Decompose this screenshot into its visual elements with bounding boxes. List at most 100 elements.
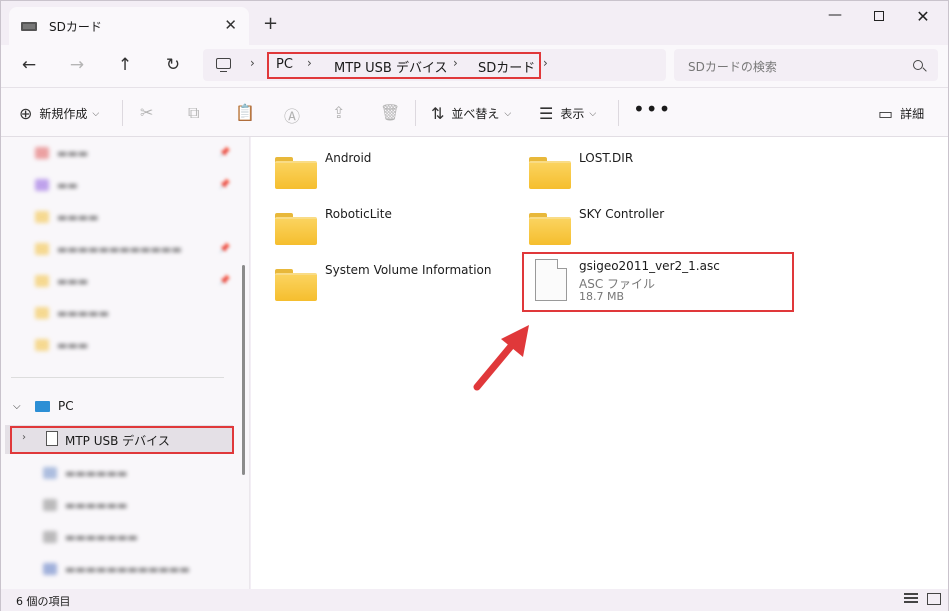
folder-name: RoboticLite xyxy=(325,207,392,221)
view-icon: ☰ xyxy=(539,104,554,123)
address-bar[interactable]: › PC › MTP USB デバイス › SDカード › xyxy=(203,49,666,81)
tiles-view-button[interactable] xyxy=(927,593,941,605)
details-label: 詳細 xyxy=(900,107,925,121)
sidebar-item-drive[interactable]: ▬▬▬▬▬▬▬ xyxy=(43,527,138,547)
sidebar-item-folder[interactable]: ▬▬▬ xyxy=(35,271,88,291)
breadcrumb-highlight xyxy=(267,52,541,79)
sidebar-item-drive[interactable]: ▬▬▬▬▬▬▬▬▬▬▬▬ xyxy=(43,559,190,579)
tab-bar: SDカード ✕ + — ✕ xyxy=(1,1,948,45)
blurred-label: ▬▬▬▬▬▬▬ xyxy=(65,530,138,544)
details-view-button[interactable] xyxy=(904,593,918,605)
folder-icon xyxy=(35,339,49,351)
tab-close-icon[interactable]: ✕ xyxy=(224,16,237,34)
plus-circle-icon: ⊕ xyxy=(19,104,33,123)
drive-icon xyxy=(43,467,57,479)
delete-icon[interactable]: 🗑 xyxy=(380,103,400,122)
mtp-highlight xyxy=(10,426,234,454)
breadcrumb-separator: › xyxy=(543,56,548,70)
maximize-button[interactable] xyxy=(859,7,899,29)
new-button[interactable]: ⊕ 新規作成 ⌵ xyxy=(19,104,99,123)
sidebar-scrollbar[interactable] xyxy=(242,265,245,475)
blurred-label: ▬▬▬▬ xyxy=(57,210,99,224)
pin-icon: 📌 xyxy=(219,180,231,190)
blurred-label: ▬▬▬▬▬▬ xyxy=(65,498,128,512)
music-icon xyxy=(35,147,49,159)
pin-icon: 📌 xyxy=(219,148,231,158)
cut-icon[interactable]: ✂ xyxy=(140,103,153,122)
folder-item[interactable]: LOST.DIR xyxy=(529,151,769,195)
sort-button[interactable]: ⇅ 並べ替え ⌵ xyxy=(431,104,511,123)
share-icon[interactable]: ⇪ xyxy=(332,103,345,122)
chevron-down-icon: ⌵ xyxy=(504,108,512,119)
folder-item[interactable]: System Volume Information xyxy=(275,263,515,307)
search-input[interactable]: SDカードの検索 xyxy=(688,58,777,75)
minimize-button[interactable]: — xyxy=(815,7,855,29)
maximize-icon xyxy=(874,11,884,21)
address-row: ← → ↑ ↻ › PC › MTP USB デバイス › SDカード › SD… xyxy=(1,45,948,87)
folder-icon xyxy=(35,211,49,223)
sidebar-item-folder[interactable]: ▬▬▬▬▬ xyxy=(35,303,109,323)
sidebar-item-video[interactable]: ▬▬ xyxy=(35,175,78,195)
tab-sdcard[interactable]: SDカード ✕ xyxy=(9,7,249,45)
folder-name: Android xyxy=(325,151,372,165)
details-pane-button[interactable]: ▭ 詳細 xyxy=(878,104,924,123)
computer-icon xyxy=(35,400,50,412)
folder-name: System Volume Information xyxy=(325,263,492,277)
folder-icon xyxy=(275,213,317,245)
sidebar-item-pc[interactable]: ⌵ PC xyxy=(13,399,74,413)
file-list: Android LOST.DIR RoboticLite SKY Control… xyxy=(251,137,948,589)
network-drive-icon xyxy=(43,563,57,575)
new-label: 新規作成 xyxy=(39,107,88,121)
item-count: 6 個の項目 xyxy=(16,595,71,608)
navigation-pane: ▬▬▬ 📌 ▬▬ 📌 ▬▬▬▬ ▬▬▬▬▬▬▬▬▬▬▬▬ 📌 ▬▬▬ 📌 ▬▬▬… xyxy=(1,137,250,589)
video-icon xyxy=(35,179,49,191)
sort-label: 並べ替え xyxy=(451,107,500,121)
forward-button[interactable]: → xyxy=(65,55,89,75)
chevron-down-icon: ⌵ xyxy=(92,108,100,119)
tab-title: SDカード xyxy=(49,19,102,34)
more-options-button[interactable]: ••• xyxy=(633,97,671,121)
folder-item[interactable]: Android xyxy=(275,151,515,195)
blurred-label: ▬▬▬▬▬▬▬▬▬▬▬▬ xyxy=(57,242,182,256)
file-highlight xyxy=(522,252,794,312)
view-button[interactable]: ☰ 表示 ⌵ xyxy=(539,104,596,123)
blurred-label: ▬▬▬ xyxy=(57,146,89,160)
folder-item[interactable]: SKY Controller xyxy=(529,207,769,251)
sidebar-item-folder[interactable]: ▬▬▬▬▬▬▬▬▬▬▬▬ xyxy=(35,239,182,259)
file-explorer-window: SDカード ✕ + — ✕ ← → ↑ ↻ › PC › MTP USB デバイ… xyxy=(0,0,949,611)
search-icon xyxy=(913,60,923,70)
new-tab-button[interactable]: + xyxy=(263,13,278,34)
sidebar-divider xyxy=(11,377,224,378)
close-window-button[interactable]: ✕ xyxy=(903,7,943,29)
sort-icon: ⇅ xyxy=(431,104,445,123)
folder-name: LOST.DIR xyxy=(579,151,634,165)
divider xyxy=(122,100,123,126)
rename-icon[interactable]: Ⓐ xyxy=(284,103,300,127)
refresh-button[interactable]: ↻ xyxy=(161,55,185,75)
sidebar-item-folder[interactable]: ▬▬▬▬ xyxy=(35,207,99,227)
folder-icon xyxy=(35,275,49,287)
sidebar-item-music[interactable]: ▬▬▬ xyxy=(35,143,88,163)
paste-icon[interactable]: 📋 xyxy=(235,103,255,122)
folder-icon xyxy=(275,157,317,189)
chevron-down-icon[interactable]: ⌵ xyxy=(13,401,27,412)
drive-icon xyxy=(43,499,57,511)
blurred-label: ▬▬▬ xyxy=(57,274,89,288)
folder-icon xyxy=(275,269,317,301)
sidebar-item-folder[interactable]: ▬▬▬ xyxy=(35,335,88,355)
copy-icon[interactable]: ⧉ xyxy=(188,103,199,123)
blurred-label: ▬▬▬▬▬▬▬▬▬▬▬▬ xyxy=(65,562,190,576)
up-button[interactable]: ↑ xyxy=(113,55,137,75)
back-button[interactable]: ← xyxy=(17,55,41,75)
divider xyxy=(415,100,416,126)
command-bar: ⊕ 新規作成 ⌵ ✂ ⧉ 📋 Ⓐ ⇪ 🗑 ⇅ 並べ替え ⌵ ☰ 表示 ⌵ •••… xyxy=(1,87,948,137)
blurred-label: ▬▬ xyxy=(57,178,78,192)
sidebar-item-drive[interactable]: ▬▬▬▬▬▬ xyxy=(43,495,127,515)
drive-icon xyxy=(21,21,37,31)
search-box[interactable]: SDカードの検索 xyxy=(674,49,938,81)
sidebar-item-drive[interactable]: ▬▬▬▬▬▬ xyxy=(43,463,127,483)
blurred-label: ▬▬▬▬▬▬ xyxy=(65,466,128,480)
folder-item[interactable]: RoboticLite xyxy=(275,207,515,251)
blurred-label: ▬▬▬▬▬ xyxy=(57,306,109,320)
divider xyxy=(618,100,619,126)
